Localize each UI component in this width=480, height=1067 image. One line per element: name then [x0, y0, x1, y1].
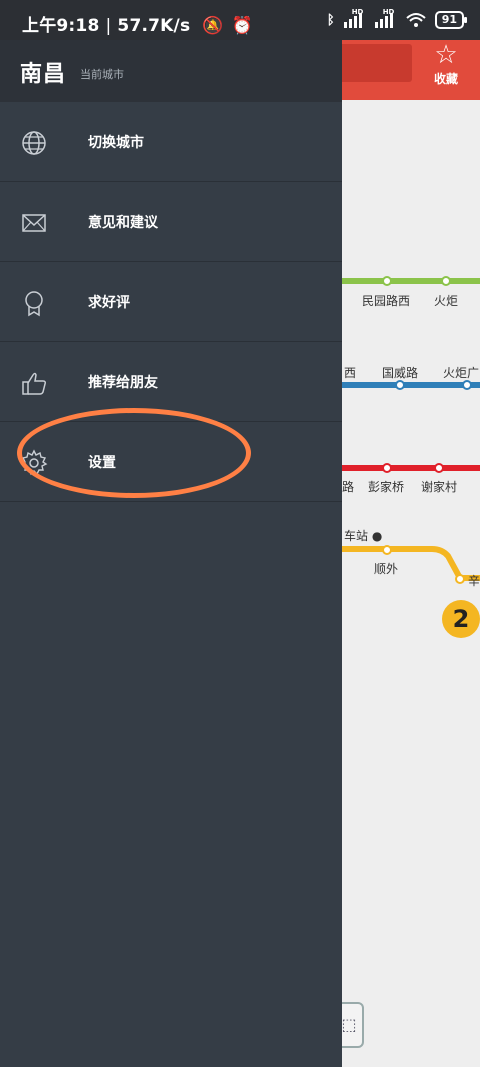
station-dot[interactable]: [382, 545, 392, 555]
station-name: 车站: [344, 529, 369, 543]
navigation-drawer: 南昌 当前城市 切换城市 意见和建议 求好评 推荐给朋友 设置: [0, 0, 342, 1067]
status-time: 上午9:18: [22, 16, 100, 36]
status-bar: 上午9:18 | 57.7K/s 🔕 ⏰ ᛒ HD HD 91: [0, 0, 480, 40]
station-dot[interactable]: [441, 276, 451, 286]
signal-icon: HD: [343, 8, 366, 28]
menu-item-label: 设置: [88, 455, 116, 471]
station-dot[interactable]: [462, 380, 472, 390]
station-label[interactable]: 彭家桥: [368, 478, 404, 495]
current-city-name: 南昌: [20, 62, 67, 87]
signal-icon: HD: [374, 8, 397, 28]
current-city-caption: 当前城市: [80, 68, 124, 81]
station-label[interactable]: 路: [342, 478, 354, 495]
signal-tag: HD: [351, 8, 364, 16]
subway-line-red: [342, 465, 480, 471]
station-dot[interactable]: [434, 463, 444, 473]
line-number-badge[interactable]: 2: [442, 600, 480, 638]
station-label[interactable]: 国威路: [382, 364, 418, 381]
subway-line-green: [342, 278, 480, 284]
favorite-label: 收藏: [433, 72, 458, 86]
station-label[interactable]: 西: [344, 364, 356, 381]
station-dot[interactable]: [382, 463, 392, 473]
wifi-icon: [406, 13, 426, 27]
station-label[interactable]: 辛: [468, 572, 480, 589]
status-right: ᛒ HD HD 91: [326, 8, 468, 29]
station-label[interactable]: 火炬: [434, 292, 458, 309]
station-label[interactable]: 顺外: [374, 560, 398, 577]
signal-tag: HD: [382, 8, 395, 16]
award-icon: [25, 291, 43, 317]
thumbs-up-icon: [22, 372, 46, 395]
network-speed: 57.7K/s: [117, 16, 191, 36]
menu-item-label: 求好评: [88, 295, 130, 311]
station-label[interactable]: 火炬广: [443, 364, 479, 381]
mute-icon: 🔕: [202, 16, 224, 36]
train-icon: ●: [371, 529, 383, 543]
drawer-header[interactable]: 南昌 当前城市: [0, 36, 342, 102]
battery-indicator: 91: [434, 11, 468, 29]
alarm-icon: ⏰: [231, 16, 254, 36]
menu-item-label: 推荐给朋友: [88, 375, 158, 391]
subway-line-blue: [342, 382, 480, 388]
station-label[interactable]: 车站 ●: [344, 527, 382, 544]
mail-icon: [22, 214, 46, 232]
menu-item-settings[interactable]: 设置: [0, 422, 342, 502]
menu-item-switch-city[interactable]: 切换城市: [0, 102, 342, 182]
menu-item-label: 意见和建议: [88, 215, 158, 231]
gear-icon: [20, 449, 48, 476]
menu-item-feedback[interactable]: 意见和建议: [0, 182, 342, 262]
station-dot[interactable]: [455, 574, 465, 584]
menu-item-rate-app[interactable]: 求好评: [0, 262, 342, 342]
station-label[interactable]: 民园路西: [362, 292, 410, 309]
station-dot[interactable]: [395, 380, 405, 390]
menu-item-recommend[interactable]: 推荐给朋友: [0, 342, 342, 422]
star-icon: ☆: [434, 40, 458, 70]
menu-item-label: 切换城市: [88, 135, 144, 151]
status-left: 上午9:18 | 57.7K/s 🔕 ⏰: [22, 16, 254, 36]
station-label[interactable]: 谢家村: [421, 478, 457, 495]
bluetooth-icon: ᛒ: [326, 12, 335, 28]
favorite-button[interactable]: ☆ 收藏: [420, 40, 472, 96]
globe-icon: [22, 131, 46, 155]
station-dot[interactable]: [382, 276, 392, 286]
